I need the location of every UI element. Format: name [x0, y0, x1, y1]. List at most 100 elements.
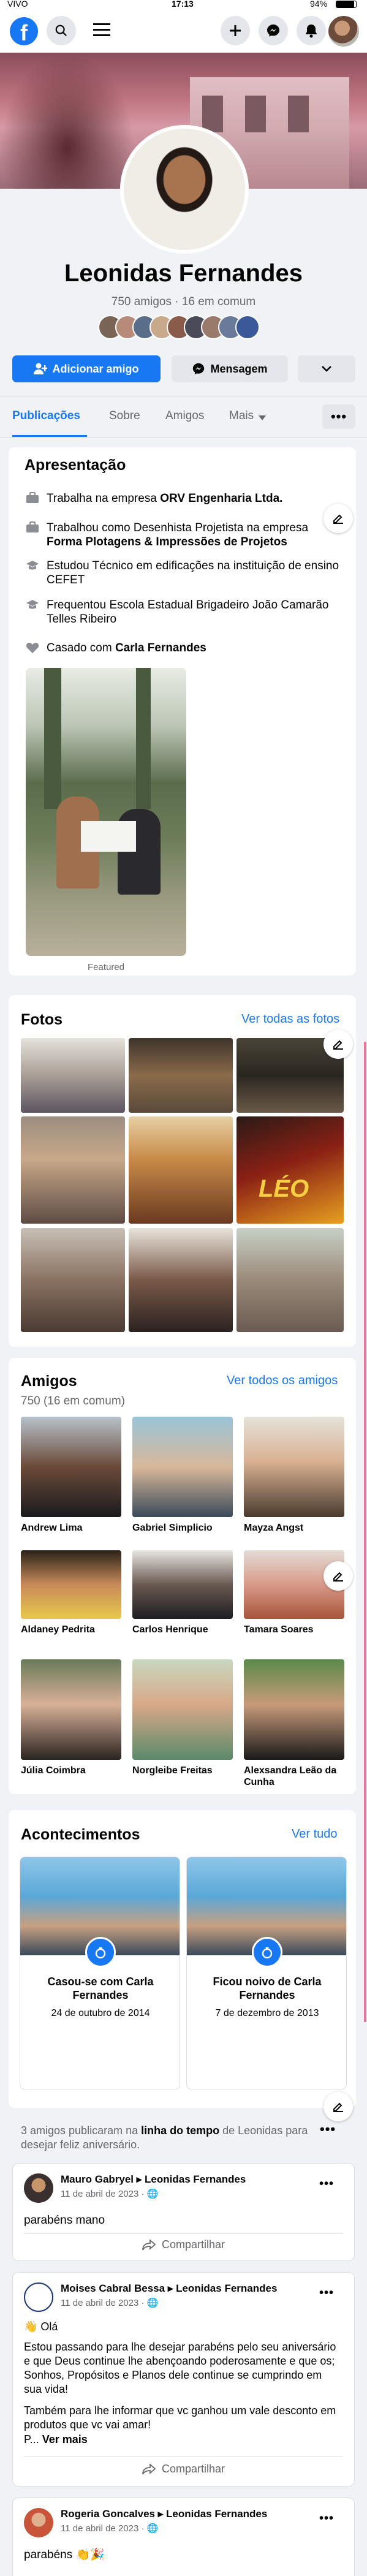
- post-target[interactable]: Leonidas Fernandes: [176, 2282, 277, 2294]
- heart-icon: [26, 642, 39, 653]
- tabs-overflow-button[interactable]: •••: [322, 404, 355, 429]
- photo-thumbnail[interactable]: [129, 1228, 233, 1332]
- photo-thumbnail[interactable]: [236, 1228, 344, 1332]
- friend-name[interactable]: Gabriel Simplicio: [132, 1522, 233, 1534]
- friend-photo[interactable]: [21, 1659, 121, 1760]
- intro-text: Trabalha na empresa: [47, 492, 161, 505]
- post-target[interactable]: Leonidas Fernandes: [166, 2508, 267, 2520]
- friend-name[interactable]: Tamara Soares: [244, 1624, 344, 1635]
- friend-photo[interactable]: [132, 1659, 233, 1760]
- post-author-avatar[interactable]: [24, 2282, 53, 2312]
- see-all-events-link[interactable]: Ver tudo: [292, 1827, 338, 1841]
- post-author[interactable]: Moises Cabral Bessa: [61, 2282, 165, 2294]
- tab-amigos[interactable]: Amigos: [165, 409, 204, 423]
- post-author[interactable]: Rogeria Goncalves: [61, 2508, 155, 2520]
- graduation-cap-icon: [26, 561, 39, 570]
- message-button[interactable]: Mensagem: [172, 355, 288, 382]
- edit-life-events-button[interactable]: [323, 2092, 353, 2121]
- friend-name[interactable]: Andrew Lima: [21, 1522, 121, 1534]
- profile-picture[interactable]: [120, 125, 249, 254]
- message-label: Mensagem: [210, 362, 268, 375]
- post-card: Mauro Gabryel ▸ Leonidas Fernandes 11 de…: [12, 2163, 355, 2261]
- friend-name[interactable]: Júlia Coimbra: [21, 1765, 121, 1776]
- post-text: parabéns mano: [24, 2214, 105, 2227]
- edit-photos-button[interactable]: [323, 1029, 353, 1059]
- friend-photo[interactable]: [21, 1550, 121, 1619]
- photo-thumbnail-poster[interactable]: LÉO: [236, 1116, 344, 1224]
- intro-link[interactable]: Carla Fernandes: [115, 642, 206, 654]
- intro-link[interactable]: ORV Engenharia Ltda.: [160, 492, 282, 505]
- scroll-indicator[interactable]: [364, 1042, 366, 2022]
- intro-card: Trabalha na empresa ORV Engenharia Ltda.…: [9, 447, 356, 975]
- menu-button[interactable]: [93, 22, 112, 38]
- photo-thumbnail[interactable]: [21, 1116, 125, 1224]
- friend-name[interactable]: Aldaney Pedrita: [21, 1624, 121, 1635]
- see-more-link[interactable]: Ver mais: [42, 2433, 88, 2445]
- edit-intro-button[interactable]: [323, 504, 353, 533]
- life-event-card[interactable]: Casou-se com Carla Fernandes 24 de outub…: [20, 1857, 180, 2089]
- post-author-avatar[interactable]: [24, 2173, 53, 2203]
- intro-link[interactable]: Forma Plotagens & Impressões de Projetos: [47, 536, 287, 548]
- life-event-title: Casou-se com Carla Fernandes: [47, 1976, 154, 2001]
- search-button[interactable]: [47, 16, 76, 45]
- see-all-photos-link[interactable]: Ver todas as fotos: [241, 1012, 339, 1026]
- friend-name[interactable]: Norgleibe Freitas: [132, 1765, 233, 1776]
- post-options-button[interactable]: •••: [319, 2512, 334, 2526]
- timeline-link[interactable]: linha do tempo: [141, 2124, 219, 2137]
- create-button[interactable]: [221, 16, 250, 45]
- photo-thumbnail[interactable]: [129, 1038, 233, 1113]
- post-options-button[interactable]: •••: [319, 2286, 334, 2300]
- life-events-title: Acontecimentos: [21, 1826, 140, 1843]
- intro-item-past-work: Trabalhou como Desenhista Projetista na …: [26, 521, 344, 549]
- post-author-avatar[interactable]: [24, 2508, 53, 2537]
- profile-subline[interactable]: 750 amigos · 16 em comum: [0, 295, 367, 309]
- post-author[interactable]: Mauro Gabryel: [61, 2173, 134, 2185]
- status-bar: VIVO 17:13 94%: [0, 0, 367, 9]
- post-date: 11 de abril de 2023 · 🌐: [61, 2298, 159, 2308]
- photos-title: Fotos: [21, 1011, 63, 1028]
- edit-friends-button[interactable]: [323, 1561, 353, 1591]
- mutual-friends-avatars[interactable]: [98, 315, 276, 341]
- intro-item-school: Frequentou Escola Estadual Brigadeiro Jo…: [26, 598, 344, 626]
- globe-icon: 🌐: [146, 2298, 159, 2308]
- add-friend-label: Adicionar amigo: [52, 362, 139, 375]
- friend-photo[interactable]: [132, 1550, 233, 1619]
- see-all-friends-link[interactable]: Ver todos os amigos: [227, 1374, 338, 1388]
- share-icon: [142, 2239, 156, 2250]
- note-options-button[interactable]: •••: [320, 2121, 336, 2137]
- bell-icon: [306, 25, 317, 38]
- post-options-button[interactable]: •••: [319, 2177, 334, 2191]
- post-greeting: 👋 Olá: [24, 2320, 58, 2333]
- post-target[interactable]: Leonidas Fernandes: [145, 2173, 246, 2185]
- featured-photo[interactable]: [26, 668, 186, 956]
- tab-sobre[interactable]: Sobre: [109, 409, 140, 423]
- life-event-card[interactable]: Ficou noivo de Carla Fernandes 7 de deze…: [186, 1857, 347, 2089]
- messenger-button[interactable]: [259, 16, 288, 45]
- plus-icon: [230, 25, 241, 36]
- friend-name[interactable]: Mayza Angst: [244, 1522, 344, 1534]
- notifications-button[interactable]: [297, 16, 326, 45]
- friend-name[interactable]: Alexsandra Leão da Cunha: [244, 1765, 344, 1788]
- friend-photo[interactable]: [244, 1417, 344, 1517]
- share-label: Compartilhar: [161, 2238, 225, 2251]
- friend-name[interactable]: Carlos Henrique: [132, 1624, 233, 1635]
- post-divider: [24, 2233, 343, 2234]
- arrow-icon: ▸: [136, 2173, 145, 2185]
- account-avatar[interactable]: [328, 16, 359, 47]
- share-button[interactable]: Compartilhar: [13, 2238, 354, 2251]
- share-button[interactable]: Compartilhar: [13, 2463, 354, 2476]
- friend-photo[interactable]: [21, 1417, 121, 1517]
- search-icon: [55, 25, 67, 37]
- pencil-icon: [333, 1040, 343, 1050]
- add-friend-button[interactable]: Adicionar amigo: [12, 355, 161, 382]
- photo-thumbnail[interactable]: [21, 1228, 125, 1332]
- photo-thumbnail[interactable]: [21, 1038, 125, 1113]
- apresentacao-title: Apresentação: [25, 456, 126, 474]
- friend-photo[interactable]: [132, 1417, 233, 1517]
- tab-mais[interactable]: Mais: [229, 409, 254, 423]
- facebook-logo[interactable]: f: [10, 17, 38, 45]
- more-options-button[interactable]: [298, 355, 355, 382]
- photo-thumbnail[interactable]: [129, 1116, 233, 1224]
- tab-publicacoes[interactable]: Publicações: [12, 409, 80, 423]
- friend-photo[interactable]: [244, 1659, 344, 1760]
